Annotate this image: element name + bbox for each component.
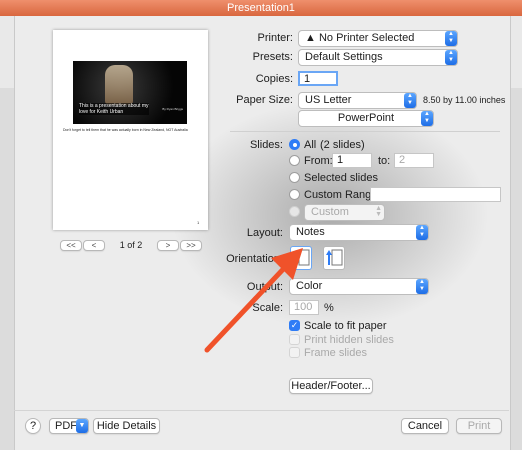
to-field[interactable]: 2 bbox=[394, 153, 434, 168]
warning-icon: ▲ bbox=[305, 32, 316, 44]
all-slides-label: All bbox=[304, 139, 317, 151]
landscape-orientation-button[interactable] bbox=[323, 246, 345, 270]
scale-unit: % bbox=[324, 302, 334, 314]
print-button[interactable]: Print bbox=[456, 418, 502, 434]
selected-slides-radio[interactable] bbox=[289, 172, 300, 183]
presets-value: Default Settings bbox=[305, 51, 383, 63]
separator bbox=[230, 131, 500, 132]
from-field[interactable]: 1 bbox=[332, 153, 372, 168]
print-hidden-label: Print hidden slides bbox=[304, 334, 394, 346]
annotation-arrow bbox=[204, 248, 303, 353]
popup-arrows-icon: ▲ ▼ bbox=[445, 31, 457, 46]
scale-to-fit-label: Scale to fit paper bbox=[304, 320, 387, 332]
paper-dimensions: 8.50 by 11.00 inches bbox=[423, 95, 506, 105]
paper-size-value: US Letter bbox=[305, 94, 352, 106]
all-slides-count: (2 slides) bbox=[320, 139, 365, 151]
slide-thumbnail: This is a presentation about my love for… bbox=[73, 61, 187, 124]
custom-range-field[interactable] bbox=[370, 187, 501, 202]
speaker-notes: Don't forget to tell them that he was ac… bbox=[63, 128, 188, 132]
pdf-button[interactable]: PDF ▼ bbox=[49, 418, 89, 434]
slide-credit: By Ryan Briggs bbox=[162, 107, 183, 111]
printer-value: No Printer Selected bbox=[318, 32, 415, 44]
presets-select[interactable]: Default Settings ▲ ▼ bbox=[298, 49, 458, 66]
presets-label: Presets: bbox=[252, 51, 293, 63]
paper-size-select[interactable]: US Letter ▲ ▼ bbox=[298, 92, 417, 109]
popup-arrows-icon: ▲ ▼ bbox=[416, 279, 428, 294]
footer-divider bbox=[14, 410, 509, 411]
preview-page-number: 1 bbox=[197, 220, 200, 225]
custom-shows-select[interactable]: Custom Shows ▲▼ bbox=[304, 204, 385, 233]
previous-page-button[interactable]: < bbox=[83, 240, 105, 251]
copies-field[interactable]: 1 bbox=[298, 71, 338, 86]
hide-details-button[interactable]: Hide Details bbox=[93, 418, 160, 434]
help-button[interactable]: ? bbox=[25, 418, 41, 434]
copies-label: Copies: bbox=[255, 73, 293, 85]
from-label: From: bbox=[304, 155, 333, 167]
print-preview: This is a presentation about my love for… bbox=[53, 30, 208, 230]
section-value: PowerPoint bbox=[337, 112, 395, 124]
paper-size-label: Paper Size: bbox=[236, 94, 293, 106]
cancel-button[interactable]: Cancel bbox=[401, 418, 449, 434]
first-page-button[interactable]: << bbox=[60, 240, 82, 251]
to-label: to: bbox=[378, 155, 391, 167]
landscape-icon bbox=[326, 249, 343, 266]
popup-arrows-icon: ▲ ▼ bbox=[416, 225, 428, 240]
custom-shows-radio[interactable] bbox=[289, 206, 300, 217]
printer-label: Printer: bbox=[257, 32, 293, 44]
popup-arrows-icon: ▲ ▼ bbox=[445, 50, 457, 65]
window-title: Presentation1 bbox=[0, 0, 522, 16]
popup-arrows-icon: ▲ ▼ bbox=[404, 93, 416, 108]
slide-photo bbox=[105, 65, 133, 105]
page-indicator: 1 of 2 bbox=[119, 240, 143, 250]
slides-label: Slides: bbox=[249, 139, 283, 151]
all-slides-radio[interactable] bbox=[289, 139, 300, 150]
next-page-button[interactable]: > bbox=[157, 240, 179, 251]
selected-slides-label: Selected slides bbox=[304, 172, 378, 184]
slide-caption: This is a presentation about my love for… bbox=[79, 103, 149, 115]
pdf-label: PDF bbox=[55, 420, 77, 432]
custom-range-radio[interactable] bbox=[289, 189, 300, 200]
from-radio[interactable] bbox=[289, 155, 300, 166]
popup-arrows-icon: ▲ ▼ bbox=[421, 111, 433, 126]
popup-arrows-icon: ▲ ▼ bbox=[375, 205, 382, 218]
chevron-down-icon: ▼ bbox=[76, 419, 88, 433]
custom-range-label: Custom Range: bbox=[304, 189, 381, 201]
section-select[interactable]: PowerPoint ▲ ▼ bbox=[298, 110, 434, 127]
header-footer-button[interactable]: Header/Footer... bbox=[289, 378, 373, 394]
printer-select[interactable]: ▲ No Printer Selected ▲ ▼ bbox=[298, 30, 458, 47]
